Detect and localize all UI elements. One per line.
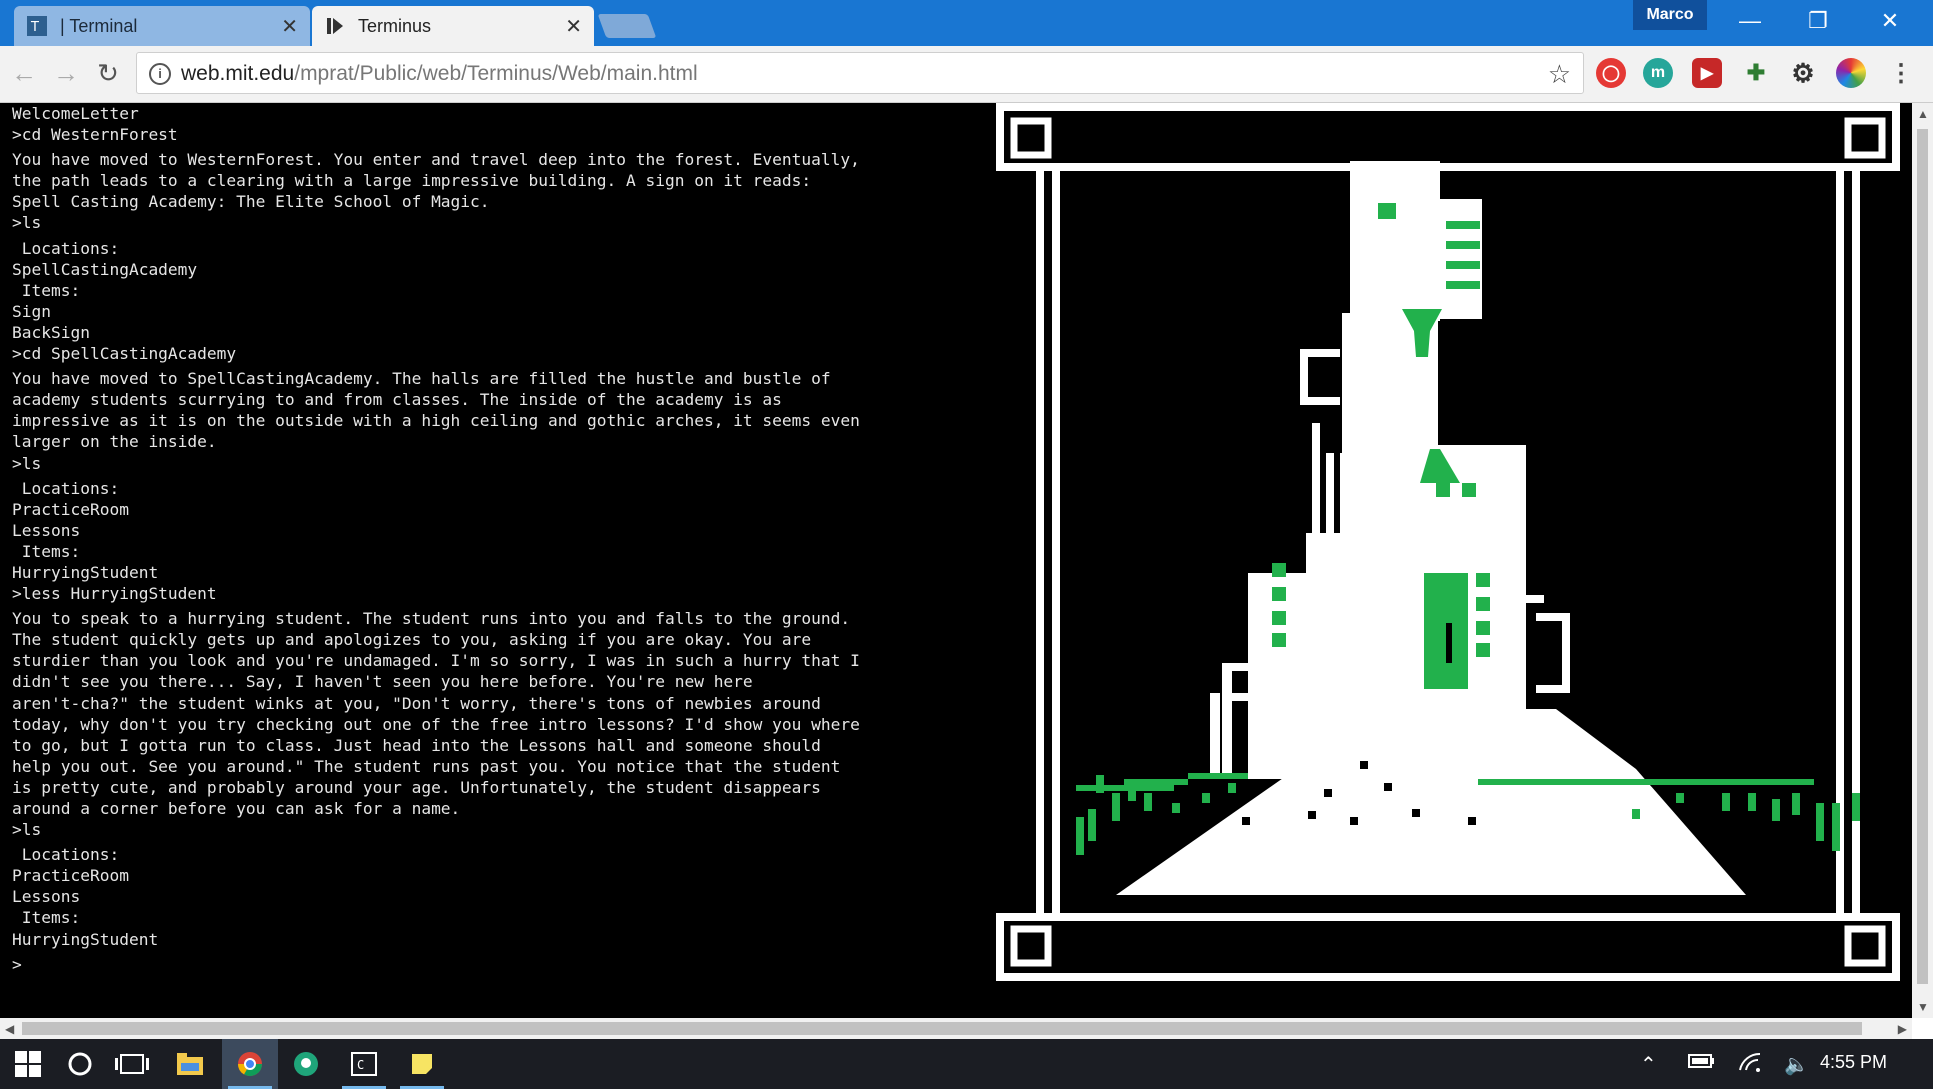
terminal-output-line: PracticeRoom	[12, 866, 129, 886]
terminal-command-line: >cd SpellCastingAcademy	[12, 344, 237, 364]
terminal-output-line: WelcomeLetter	[12, 104, 139, 123]
cortana-icon[interactable]	[52, 1039, 108, 1089]
terminal-output-line: Spell Casting Academy: The Elite School …	[12, 192, 490, 212]
browser-titlebar: T | Terminal ✕ Terminus ✕ Marco — ❐ ✕	[0, 0, 1933, 46]
terminal-output-line: Lessons	[12, 520, 81, 540]
terminal-command-line[interactable]: >	[12, 954, 992, 975]
terminal-output-line: Sign	[12, 301, 51, 321]
url-text[interactable]: web.mit.edu/mprat/Public/web/Terminus/We…	[181, 62, 698, 86]
terminal-output-line: PracticeRoom	[12, 499, 129, 519]
color-wheel-extension-icon[interactable]	[1836, 58, 1866, 88]
info-icon[interactable]: i	[149, 63, 171, 85]
terminal-output-line: didn't see you there... Say, I haven't s…	[12, 672, 753, 692]
terminal-output-line: Locations:	[12, 238, 120, 258]
terminal-app-icon[interactable]: C	[336, 1039, 392, 1089]
new-tab-button[interactable]	[597, 14, 657, 38]
vertical-scrollbar[interactable]: ▲ ▼	[1912, 103, 1933, 1018]
puzzle-extension-icon[interactable]: ✚	[1741, 58, 1771, 88]
terminal-output-line: HurryingStudent	[12, 929, 159, 949]
menu-dots-icon[interactable]: ⋮	[1886, 58, 1916, 88]
horizontal-scrollbar[interactable]: ◀ ▶	[0, 1018, 1912, 1039]
vertical-scroll-thumb[interactable]	[1917, 129, 1928, 984]
volume-icon[interactable]: 🔈	[1784, 1052, 1809, 1077]
terminal-output-line: Locations:	[12, 845, 120, 865]
tab-title: | Terminal	[60, 15, 138, 36]
terminal-command-line: >less HurryingStudent	[12, 584, 217, 604]
file-explorer-icon[interactable]	[162, 1039, 218, 1089]
terminal-output-line: Lessons	[12, 887, 81, 907]
chevron-up-icon[interactable]: ⌃	[1640, 1052, 1657, 1077]
battery-icon[interactable]	[1688, 1052, 1716, 1076]
reload-icon[interactable]: ↻	[92, 58, 124, 89]
terminal-command-line: >cd WesternForest	[12, 125, 178, 145]
video-extension-icon[interactable]: ▶	[1692, 58, 1722, 88]
terminal-output-line: the path leads to a clearing with a larg…	[12, 171, 812, 191]
terminal-output-line: The student quickly gets up and apologiz…	[12, 630, 812, 650]
scroll-down-icon[interactable]: ▼	[1917, 1000, 1929, 1014]
scroll-up-icon[interactable]: ▲	[1917, 107, 1929, 121]
close-tab-icon[interactable]: ✕	[281, 14, 298, 39]
terminal-output-line: is pretty cute, and probably around your…	[12, 777, 821, 797]
terminal-output-line: today, why don't you try checking out on…	[12, 714, 860, 734]
castle-pixel-art	[996, 103, 1900, 981]
gitkraken-icon[interactable]	[278, 1039, 334, 1089]
terminal-output-line: help you out. See you around." The stude…	[12, 756, 841, 776]
terminal-output-line: SpellCastingAcademy	[12, 259, 198, 279]
wifi-icon[interactable]	[1738, 1052, 1762, 1078]
terminal-output-line: sturdier than you look and you're undama…	[12, 651, 860, 671]
adblock-extension-icon[interactable]: ◯	[1596, 58, 1626, 88]
terminal-output-line: Items:	[12, 908, 81, 928]
terminal-favicon-icon: T	[26, 15, 48, 37]
terminal-output-line: aren't-cha?" the student winks at you, "…	[12, 693, 821, 713]
scroll-left-icon[interactable]: ◀	[5, 1022, 14, 1036]
terminus-page: WelcomeLetter >cd WesternForest You have m…	[0, 103, 1912, 1018]
terminal-command-line: >ls	[12, 453, 42, 473]
terminal-output-line: Items:	[12, 280, 81, 300]
terminal-output-line: You have moved to SpellCastingAcademy. T…	[12, 369, 831, 389]
browser-toolbar: ← → ↻ i web.mit.edu/mprat/Public/web/Ter…	[0, 46, 1933, 103]
terminal-command-line: >ls	[12, 820, 42, 840]
terminal-output[interactable]: WelcomeLetter >cd WesternForest You have m…	[12, 103, 992, 975]
terminal-output-line: BackSign	[12, 322, 90, 342]
terminal-output-line: Locations:	[12, 478, 120, 498]
terminal-command-line: >ls	[12, 213, 42, 233]
m-extension-icon[interactable]: m	[1643, 58, 1673, 88]
horizontal-scroll-thumb[interactable]	[22, 1022, 1862, 1035]
terminus-favicon-icon	[324, 15, 346, 37]
restore-icon[interactable]: ❐	[1798, 8, 1838, 34]
svg-text:C: C	[357, 1058, 364, 1072]
profile-button[interactable]: Marco	[1633, 0, 1707, 30]
close-tab-icon[interactable]: ✕	[565, 14, 582, 39]
terminal-output-line: academy students scurrying to and from c…	[12, 390, 782, 410]
task-view-icon[interactable]	[104, 1039, 160, 1089]
sticky-notes-icon[interactable]	[394, 1039, 450, 1089]
scroll-right-icon[interactable]: ▶	[1898, 1022, 1907, 1036]
address-bar[interactable]: i web.mit.edu/mprat/Public/web/Terminus/…	[136, 52, 1584, 94]
terminal-output-line: HurryingStudent	[12, 562, 159, 582]
terminal-output-line: impressive as it is on the outside with …	[12, 411, 860, 431]
terminal-output-line: Items:	[12, 541, 81, 561]
tab-terminal[interactable]: T | Terminal ✕	[14, 6, 310, 46]
clock[interactable]: 4:55 PM	[1820, 1052, 1887, 1073]
gear-icon[interactable]: ⚙	[1788, 58, 1818, 88]
terminal-output-line: You have moved to WesternForest. You ent…	[12, 150, 860, 170]
svg-text:T: T	[30, 20, 39, 35]
terminal-output-line: You to speak to a hurrying student. The …	[12, 609, 851, 629]
windows-start-icon[interactable]	[0, 1039, 56, 1089]
bookmark-star-icon[interactable]: ☆	[1548, 59, 1571, 90]
chrome-taskbar-icon[interactable]	[222, 1039, 278, 1089]
forward-icon[interactable]: →	[50, 58, 82, 89]
terminal-output-line: larger on the inside.	[12, 432, 217, 452]
terminal-output-line: around a corner before you can ask for a…	[12, 799, 461, 818]
tab-terminus[interactable]: Terminus ✕	[312, 6, 594, 46]
windows-taskbar: C ⌃ 🔈 4:55 PM	[0, 1039, 1933, 1089]
tab-title: Terminus	[358, 15, 432, 36]
minimize-icon[interactable]: —	[1730, 8, 1770, 34]
terminal-output-line: to go, but I gotta run to class. Just he…	[12, 735, 821, 755]
back-icon[interactable]: ←	[8, 58, 40, 89]
close-window-icon[interactable]: ✕	[1870, 8, 1910, 34]
